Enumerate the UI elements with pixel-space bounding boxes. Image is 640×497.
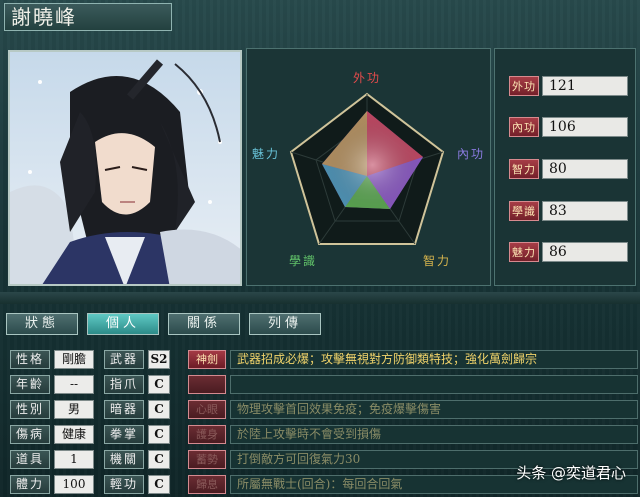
attr-label: 年齡 (10, 374, 50, 394)
attr-label: 傷病 (10, 424, 50, 444)
skill-description: 武器招成必爆；攻擊無視對方防御類特技；強化萬劍歸宗 (230, 349, 638, 369)
attr-value: 男 (54, 399, 94, 419)
skill-row-empty[interactable] (188, 374, 638, 394)
weapon-row: 機關 C (104, 449, 170, 469)
attr-row: 體力 100 (10, 474, 94, 494)
radar-label-knowledge: 學識 (289, 254, 318, 268)
radar-label-outer: 外功 (353, 71, 382, 85)
attr-row: 年齡 -- (10, 374, 94, 394)
attr-value: -- (54, 374, 94, 394)
stat-row-inner: 內功 106 (509, 116, 628, 138)
attr-row: 道具 1 (10, 449, 94, 469)
skill-label: 歸息 (188, 474, 226, 494)
character-name: 謝曉峰 (4, 3, 172, 31)
weapon-rank: C (148, 399, 170, 419)
weapon-row: 武器 S2 (104, 349, 170, 369)
weapon-rank: S2 (148, 349, 170, 369)
stat-value: 106 (542, 117, 628, 137)
weapon-row: 暗器 C (104, 399, 170, 419)
section-divider (0, 292, 640, 304)
tab-relations[interactable]: 關係 (168, 313, 240, 335)
skill-description (230, 374, 638, 394)
stat-value: 80 (542, 159, 628, 179)
character-portrait (8, 50, 242, 286)
weapon-rank: C (148, 449, 170, 469)
weapon-label: 武器 (104, 349, 144, 369)
stat-row-charm: 魅力 86 (509, 241, 628, 263)
attr-label: 道具 (10, 449, 50, 469)
tab-personal[interactable]: 個人 (87, 313, 159, 335)
attr-row: 傷病 健康 (10, 424, 94, 444)
attr-label: 體力 (10, 474, 50, 494)
stat-label: 魅力 (509, 242, 539, 262)
stat-value: 121 (542, 76, 628, 96)
skill-row[interactable]: 心眼 物理攻擊首回效果免疫；免疫爆擊傷害 (188, 399, 638, 419)
weapon-rank: C (148, 424, 170, 444)
stat-label: 外功 (509, 76, 539, 96)
tab-biography[interactable]: 列傳 (249, 313, 321, 335)
weapon-label: 機關 (104, 449, 144, 469)
skill-label (188, 374, 226, 394)
skill-label: 護身 (188, 424, 226, 444)
skill-row[interactable]: 護身 於陸上攻擊時不會受到損傷 (188, 424, 638, 444)
skill-description: 於陸上攻擊時不會受到損傷 (230, 424, 638, 444)
attr-label: 性格 (10, 349, 50, 369)
attr-value: 100 (54, 474, 94, 494)
stat-row-outer: 外功 121 (509, 75, 628, 97)
weapon-rank: C (148, 474, 170, 494)
stat-row-knowledge: 學識 83 (509, 200, 628, 222)
weapon-label: 輕功 (104, 474, 144, 494)
stat-value: 86 (542, 242, 628, 262)
attr-value: 剛膽 (54, 349, 94, 369)
skill-row[interactable]: 神劍 武器招成必爆；攻擊無視對方防御類特技；強化萬劍歸宗 (188, 349, 638, 369)
skill-description: 物理攻擊首回效果免疫；免疫爆擊傷害 (230, 399, 638, 419)
stat-value: 83 (542, 201, 628, 221)
attr-label: 性別 (10, 399, 50, 419)
watermark: 头条 @奕道君心 (516, 464, 626, 482)
skill-label: 蓄勢 (188, 449, 226, 469)
weapon-label: 指爪 (104, 374, 144, 394)
weapon-row: 指爪 C (104, 374, 170, 394)
attr-value: 健康 (54, 424, 94, 444)
stat-row-intellect: 智力 80 (509, 158, 628, 180)
attr-value: 1 (54, 449, 94, 469)
attr-row: 性格 剛膽 (10, 349, 94, 369)
weapon-label: 暗器 (104, 399, 144, 419)
skill-label: 神劍 (188, 349, 226, 369)
radar-label-charm: 魅力 (252, 147, 281, 161)
stat-label: 學識 (509, 201, 539, 221)
weapon-rank: C (148, 374, 170, 394)
stat-label: 智力 (509, 159, 539, 179)
skill-label: 心眼 (188, 399, 226, 419)
radar-label-intellect: 智力 (423, 254, 452, 268)
attribute-radar-chart: 外功 內功 智力 學識 魅力 (246, 48, 491, 286)
stat-panel: 外功 121 內功 106 智力 80 學識 83 魅力 86 (494, 48, 636, 286)
stat-label: 內功 (509, 117, 539, 137)
weapon-label: 拳掌 (104, 424, 144, 444)
weapon-row: 拳掌 C (104, 424, 170, 444)
radar-label-inner: 內功 (457, 147, 486, 161)
attr-row: 性別男 (10, 399, 94, 419)
weapon-row: 輕功 C (104, 474, 170, 494)
tab-status[interactable]: 狀態 (6, 313, 78, 335)
